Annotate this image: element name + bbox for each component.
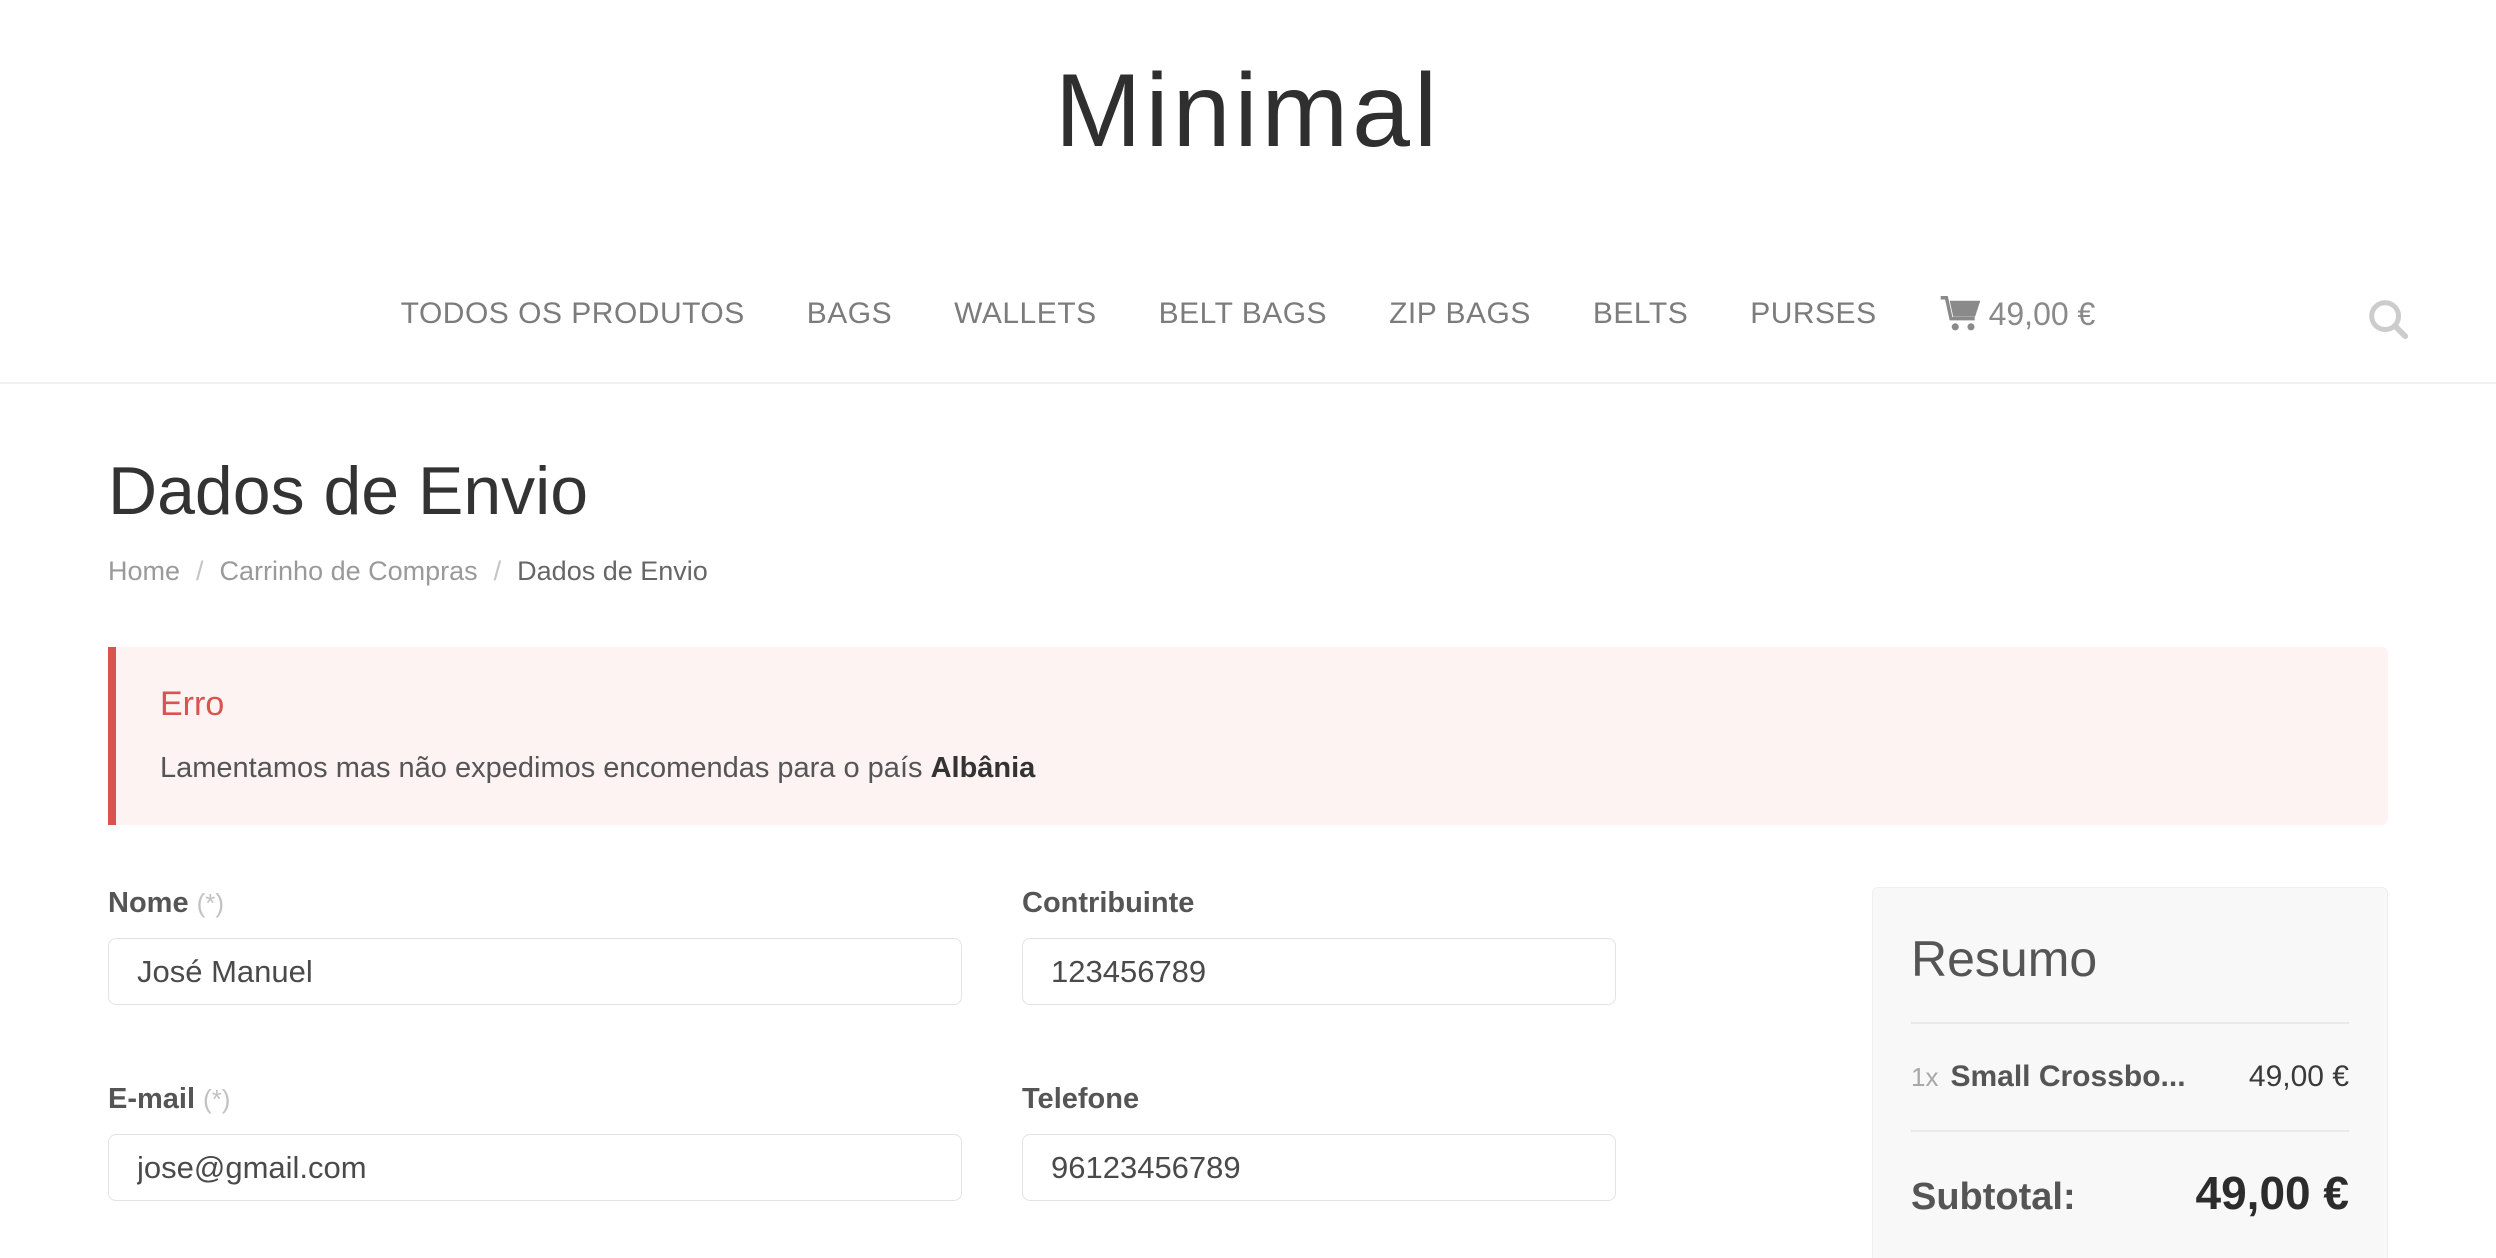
- order-summary-title: Resumo: [1911, 930, 2349, 988]
- checkout-form-section: Nome(*) E-mail(*) Contribuinte Telef: [108, 887, 2388, 1258]
- field-nome: Nome (*): [108, 887, 962, 1005]
- search-button[interactable]: [2362, 294, 2414, 346]
- form-column-right: Contribuinte Telefone: [1022, 887, 1616, 1258]
- page-title: Dados de Envio: [108, 452, 2388, 530]
- main-content: Dados de Envio Home / Carrinho de Compra…: [0, 452, 2496, 1258]
- nav-item-belts[interactable]: BELTS: [1593, 297, 1688, 331]
- cart-total: 49,00 €: [1989, 296, 2096, 333]
- field-nome-label-text: Nome: [108, 887, 189, 919]
- cart-icon: [1939, 295, 1983, 333]
- cart-link[interactable]: 49,00 €: [1939, 295, 2096, 333]
- field-contribuinte: Contribuinte: [1022, 887, 1616, 1005]
- error-alert-message-text: Lamentamos mas não expedimos encomendas …: [160, 752, 923, 784]
- nav-item-purses[interactable]: PURSES: [1750, 297, 1876, 331]
- email-input[interactable]: [108, 1134, 962, 1201]
- error-alert: Erro Lamentamos mas não expedimos encome…: [108, 647, 2388, 825]
- field-contribuinte-label: Contribuinte: [1022, 887, 1616, 920]
- required-mark: (*): [203, 1084, 230, 1114]
- nav-item-belt-bags[interactable]: BELT BAGS: [1159, 297, 1327, 331]
- form-column-left: Nome (*) E-mail (*): [108, 887, 962, 1258]
- summary-line-item: 1x Small Crossbo... 49,00 €: [1911, 1024, 2349, 1130]
- site-logo[interactable]: Minimal: [0, 52, 2496, 171]
- breadcrumb: Home / Carrinho de Compras / Dados de En…: [108, 556, 2388, 587]
- breadcrumb-separator: /: [494, 556, 502, 587]
- subtotal-label: Subtotal:: [1911, 1176, 2076, 1219]
- field-email: E-mail (*): [108, 1083, 962, 1201]
- nav-item-todos-os-produtos[interactable]: TODOS OS PRODUTOS: [401, 297, 745, 331]
- nav-item-bags[interactable]: BAGS: [807, 297, 892, 331]
- field-email-label-text: E-mail: [108, 1083, 195, 1115]
- search-icon: [2365, 296, 2411, 345]
- required-mark: (*): [197, 888, 224, 918]
- breadcrumb-home[interactable]: Home: [108, 556, 180, 587]
- item-price: 49,00 €: [2249, 1060, 2349, 1094]
- nav-item-zip-bags[interactable]: ZIP BAGS: [1389, 297, 1531, 331]
- breadcrumb-current: Dados de Envio: [517, 556, 708, 587]
- field-telefone-label-text: Telefone: [1022, 1083, 1139, 1115]
- breadcrumb-carrinho[interactable]: Carrinho de Compras: [220, 556, 478, 587]
- site-header: Minimal TODOS OS PRODUTOS BAGS WALLETS B…: [0, 0, 2496, 384]
- contribuinte-input[interactable]: [1022, 938, 1616, 1005]
- field-telefone-label: Telefone: [1022, 1083, 1616, 1116]
- nome-input[interactable]: [108, 938, 962, 1005]
- error-alert-title: Erro: [160, 685, 2344, 724]
- field-telefone: Telefone: [1022, 1083, 1616, 1201]
- order-summary: Resumo 1x Small Crossbo... 49,00 € Subto…: [1872, 887, 2388, 1258]
- error-alert-message: Lamentamos mas não expedimos encomendas …: [160, 752, 2344, 785]
- subtotal-row: Subtotal: 49,00 €: [1911, 1132, 2349, 1258]
- field-nome-label: Nome (*): [108, 887, 962, 920]
- nav-item-wallets[interactable]: WALLETS: [954, 297, 1096, 331]
- main-nav: TODOS OS PRODUTOS BAGS WALLETS BELT BAGS…: [0, 288, 2496, 340]
- breadcrumb-separator: /: [196, 556, 204, 587]
- item-quantity: 1x: [1911, 1062, 1938, 1093]
- error-alert-message-bold: Albânia: [931, 752, 1036, 784]
- field-contribuinte-label-text: Contribuinte: [1022, 887, 1194, 919]
- subtotal-value: 49,00 €: [2196, 1166, 2349, 1220]
- field-email-label: E-mail (*): [108, 1083, 962, 1116]
- telefone-input[interactable]: [1022, 1134, 1616, 1201]
- item-name: Small Crossbo...: [1950, 1060, 2185, 1094]
